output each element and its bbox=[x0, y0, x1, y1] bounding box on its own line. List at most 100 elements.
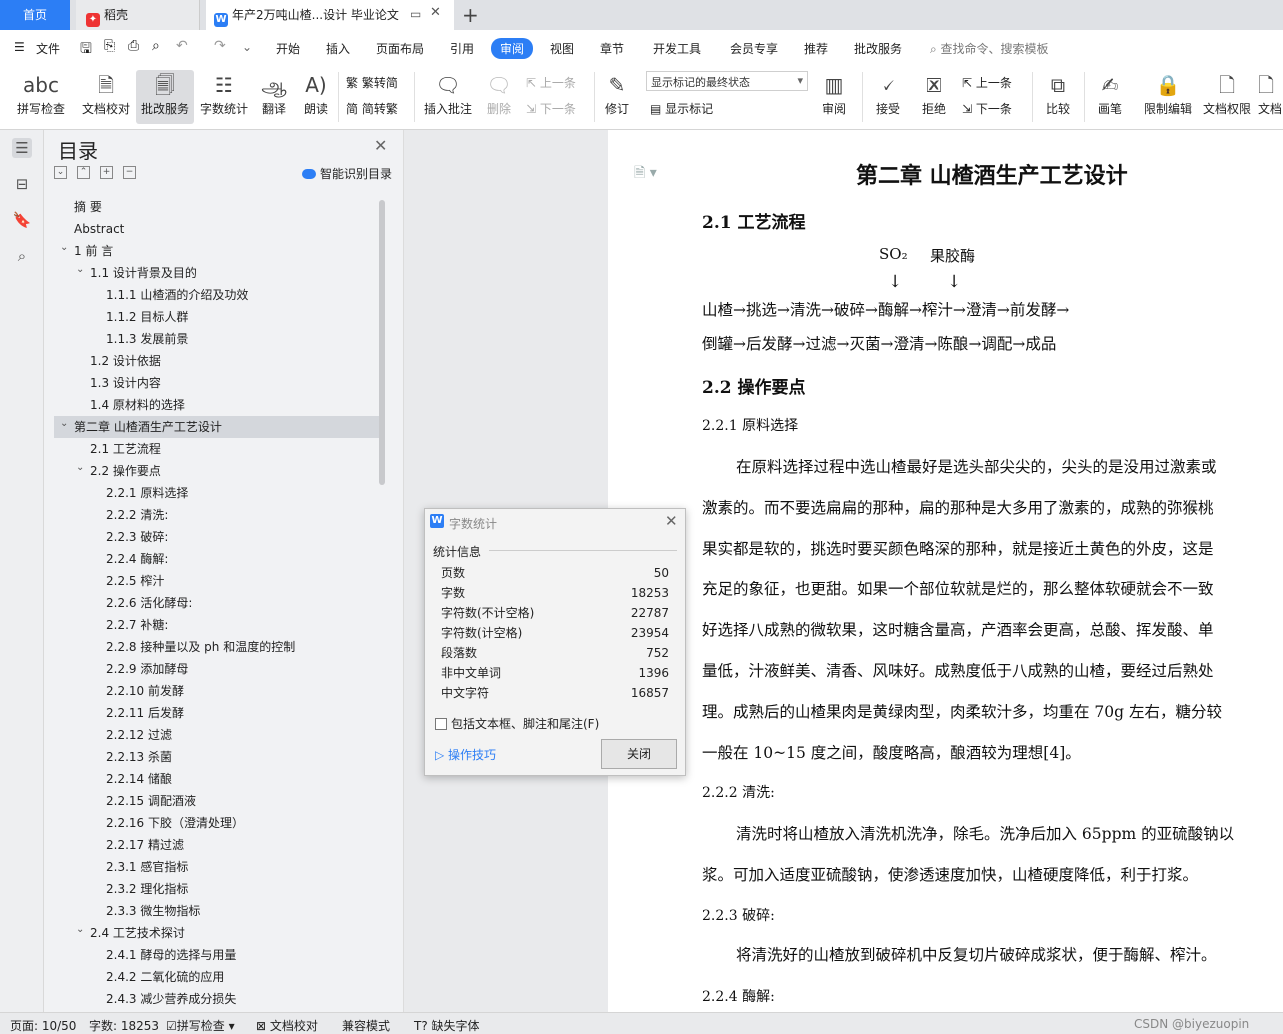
toc-panel-icon[interactable]: ☰ bbox=[12, 138, 32, 158]
trad-to-simp-button[interactable]: 繁 繁转简 bbox=[346, 74, 398, 91]
undo-icon[interactable]: ↶ bbox=[176, 38, 188, 54]
toc-item[interactable]: ⌄ 第二章 山楂酒生产工艺设计 bbox=[54, 416, 379, 438]
close-icon[interactable]: ✕ bbox=[374, 136, 387, 155]
spell-check-status[interactable]: ☑拼写检查 ▾ bbox=[166, 1017, 235, 1034]
toc-item[interactable]: ⌄ 2.4 工艺技术探讨 bbox=[54, 922, 379, 944]
expand-up-icon[interactable]: ⌃ bbox=[77, 166, 90, 179]
insert-comment-button[interactable]: 🗨 插入批注 bbox=[420, 70, 476, 124]
menu-correction[interactable]: 批改服务 bbox=[854, 40, 902, 57]
toc-item[interactable]: 1.2 设计依据 bbox=[54, 350, 379, 372]
hamburger-icon[interactable]: ☰ bbox=[14, 40, 25, 54]
correction-service-button[interactable]: 🗐 批改服务 bbox=[136, 70, 194, 124]
close-button[interactable]: 关闭 bbox=[601, 739, 677, 769]
tips-link[interactable]: ▷ 操作技巧 bbox=[435, 746, 496, 763]
tab-home[interactable]: 首页 bbox=[0, 0, 70, 30]
doc-more-button[interactable]: 🗋 文档 bbox=[1258, 70, 1283, 124]
toc-item[interactable]: 2.2.2 清洗: bbox=[54, 504, 379, 526]
doc-proof-button[interactable]: 🗎 文档校对 bbox=[78, 70, 134, 124]
menu-file[interactable]: 文件 bbox=[36, 40, 60, 57]
toc-item[interactable]: Abstract bbox=[54, 218, 379, 240]
export-icon[interactable]: ⎘ bbox=[104, 38, 115, 54]
toc-item[interactable]: ⌄ 1 前 言 bbox=[54, 240, 379, 262]
toc-item[interactable]: 2.2.3 破碎: bbox=[54, 526, 379, 548]
toc-item[interactable]: 2.2.6 活化酵母: bbox=[54, 592, 379, 614]
toc-item[interactable]: 2.2.8 接种量以及 ph 和温度的控制 bbox=[54, 636, 379, 658]
toc-item[interactable]: 2.1 工艺流程 bbox=[54, 438, 379, 460]
menu-dev-tools[interactable]: 开发工具 bbox=[653, 40, 701, 57]
toc-item[interactable]: 2.2.16 下胶（澄清处理） bbox=[54, 812, 379, 834]
toc-item[interactable]: 2.3.2 理化指标 bbox=[54, 878, 379, 900]
toc-item[interactable]: 2.4.1 酵母的选择与用量 bbox=[54, 944, 379, 966]
chevron-down-icon[interactable]: ⌄ bbox=[60, 413, 68, 435]
chevron-down-icon[interactable]: ⌄ bbox=[76, 919, 84, 941]
document-page[interactable]: 🗎 ▾ 第二章 山楂酒生产工艺设计 2.1 工艺流程 SO₂ 果胶酶 ↓ ↓ 山… bbox=[608, 130, 1283, 1012]
menu-reference[interactable]: 引用 bbox=[450, 40, 474, 57]
missing-font-status[interactable]: T? 缺失字体 bbox=[414, 1017, 480, 1034]
redo-icon[interactable]: ↷ bbox=[214, 38, 226, 54]
preview-icon[interactable]: ⌕ bbox=[152, 38, 160, 54]
track-changes-button[interactable]: ✎ 修订 bbox=[598, 70, 636, 124]
toc-scrollbar[interactable] bbox=[379, 200, 385, 485]
reject-button[interactable]: 🗷 拒绝 bbox=[914, 70, 954, 124]
chevron-down-icon[interactable]: ⌄ bbox=[76, 259, 84, 281]
prev-change-button[interactable]: ⇱ 上一条 bbox=[962, 74, 1012, 91]
toc-item[interactable]: 2.2.12 过滤 bbox=[54, 724, 379, 746]
toc-item[interactable]: 1.1.1 山楂酒的介绍及功效 bbox=[54, 284, 379, 306]
toc-item[interactable]: 1.1.2 目标人群 bbox=[54, 306, 379, 328]
show-markup-button[interactable]: ▤ 显示标记 bbox=[650, 100, 713, 117]
toc-item[interactable]: 2.2.14 储酿 bbox=[54, 768, 379, 790]
remove-heading-icon[interactable]: − bbox=[123, 166, 136, 179]
find-icon[interactable]: ⌕ bbox=[12, 246, 32, 266]
tab-close-icon[interactable]: ✕ bbox=[430, 5, 441, 20]
bookmark-icon[interactable]: 🔖 bbox=[12, 210, 32, 230]
doc-menu-icon[interactable]: 🗎 ▾ bbox=[634, 162, 657, 186]
word-count-button[interactable]: ☷ 字数统计 bbox=[196, 70, 252, 124]
toc-item[interactable]: 2.2.13 杀菌 bbox=[54, 746, 379, 768]
toc-item[interactable]: 2.2.11 后发酵 bbox=[54, 702, 379, 724]
read-aloud-button[interactable]: A) 朗读 bbox=[298, 70, 334, 124]
command-search[interactable]: ⌕ 查找命令、搜索模板 bbox=[930, 40, 1049, 57]
menu-view[interactable]: 视图 bbox=[550, 40, 574, 57]
translate-button[interactable]: ஆ 翻译 bbox=[254, 70, 294, 124]
include-textbox-checkbox[interactable]: 包括文本框、脚注和尾注(F) bbox=[435, 715, 599, 732]
toc-item[interactable]: 摘 要 bbox=[54, 196, 379, 218]
toc-item[interactable]: 2.2.5 榨汁 bbox=[54, 570, 379, 592]
tab-daoke[interactable]: ✦ 稻壳 bbox=[76, 0, 200, 30]
toc-item[interactable]: 1.3 设计内容 bbox=[54, 372, 379, 394]
toc-item[interactable]: ⌄ 2.2 操作要点 bbox=[54, 460, 379, 482]
doc-permission-button[interactable]: 🗋 文档权限 bbox=[1200, 70, 1254, 124]
tab-restore-icon[interactable]: ▭ bbox=[410, 7, 421, 21]
delete-comment-button[interactable]: 🗨 删除 bbox=[480, 70, 518, 124]
more-icon[interactable]: ⌄ bbox=[242, 40, 252, 54]
prev-comment-button[interactable]: ⇱ 上一条 bbox=[526, 74, 576, 91]
toc-item[interactable]: 2.2.7 补糖: bbox=[54, 614, 379, 636]
smart-toc-button[interactable]: 智能识别目录 bbox=[302, 165, 392, 182]
simp-to-trad-button[interactable]: 简 简转繁 bbox=[346, 100, 398, 117]
print-icon[interactable]: ⎙ bbox=[128, 38, 139, 54]
add-heading-icon[interactable]: + bbox=[100, 166, 113, 179]
word-count-indicator[interactable]: 字数: 18253 bbox=[89, 1017, 159, 1034]
menu-insert[interactable]: 插入 bbox=[326, 40, 350, 57]
toc-item[interactable]: 2.2.10 前发酵 bbox=[54, 680, 379, 702]
next-change-button[interactable]: ⇲ 下一条 bbox=[962, 100, 1012, 117]
toc-item[interactable]: 2.2.17 精过滤 bbox=[54, 834, 379, 856]
toc-item[interactable]: 2.4.3 减少营养成分损失 bbox=[54, 988, 379, 1006]
compare-button[interactable]: ⧉ 比较 bbox=[1038, 70, 1078, 124]
save-icon[interactable]: 🖫 bbox=[80, 38, 92, 62]
chevron-down-icon[interactable]: ⌄ bbox=[60, 237, 68, 259]
close-icon[interactable]: ✕ bbox=[665, 512, 678, 530]
new-tab-button[interactable]: + bbox=[462, 2, 479, 28]
toc-item[interactable]: 1.1.3 发展前景 bbox=[54, 328, 379, 350]
accept-button[interactable]: 🗸 接受 bbox=[868, 70, 908, 124]
toc-item[interactable]: 1.4 原材料的选择 bbox=[54, 394, 379, 416]
menu-chapter[interactable]: 章节 bbox=[600, 40, 624, 57]
next-comment-button[interactable]: ⇲ 下一条 bbox=[526, 100, 576, 117]
menu-member[interactable]: 会员专享 bbox=[730, 40, 778, 57]
chapter-nav-icon[interactable]: ⊟ bbox=[12, 174, 32, 194]
toc-item[interactable]: 2.2.4 酶解: bbox=[54, 548, 379, 570]
toc-item[interactable]: ⌄ 1.1 设计背景及目的 bbox=[54, 262, 379, 284]
review-pane-button[interactable]: ▥ 审阅 bbox=[814, 70, 854, 124]
toc-item[interactable]: 2.3.3 微生物指标 bbox=[54, 900, 379, 922]
restrict-editing-button[interactable]: 🔒 限制编辑 bbox=[1140, 70, 1196, 124]
menu-review[interactable]: 审阅 bbox=[491, 38, 534, 59]
